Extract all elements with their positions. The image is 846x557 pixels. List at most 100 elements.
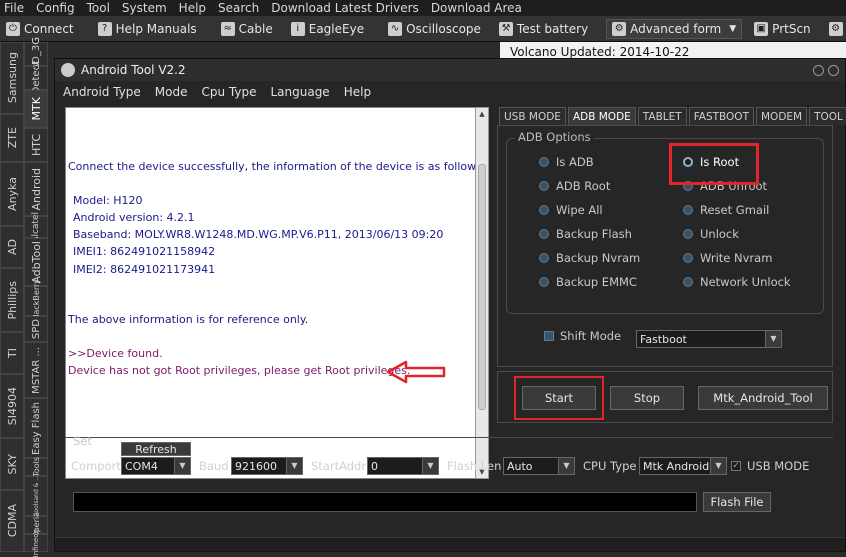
menu-search[interactable]: Search xyxy=(214,1,267,15)
tab-cdma[interactable]: CDMA xyxy=(0,490,24,552)
tab-label: AdbTool xyxy=(29,240,43,284)
tab-mtk[interactable]: MTK xyxy=(24,90,48,128)
android-tool-window: Android Tool V2.2 Android Type Mode Cpu … xyxy=(54,58,846,552)
usb-mode-checkbox[interactable]: ✓ USB MODE xyxy=(731,459,809,473)
tab-label: MTK xyxy=(29,97,43,121)
option-backup-emmc[interactable]: Backup EMMC xyxy=(539,275,637,289)
menu-help[interactable]: Help xyxy=(175,1,214,15)
tab-fastboot[interactable]: FASTBOOT xyxy=(688,107,754,125)
log-output[interactable]: Connect the device successfully, the inf… xyxy=(65,107,487,479)
set-panel: Set Refresh Comport COM4 ▼ Baud 921600 ▼ S… xyxy=(65,434,833,517)
tab-blackberry[interactable]: BlackBerry xyxy=(24,279,48,323)
tab-tool[interactable]: TOOL xyxy=(809,107,846,125)
tab-zte[interactable]: ZTE xyxy=(0,114,24,162)
tab-htc[interactable]: HTC xyxy=(24,128,48,162)
comport-select[interactable]: COM4 ▼ xyxy=(121,457,191,475)
option-label: Unlock xyxy=(700,227,739,241)
shift-mode-value: Fastboot xyxy=(640,332,687,346)
option-write-nvram[interactable]: Write Nvram xyxy=(683,251,772,265)
menu-language[interactable]: Language xyxy=(270,85,329,99)
tab-usb-mode[interactable]: USB MODE xyxy=(499,107,566,125)
mtk-android-tool-button[interactable]: Mtk_Android_Tool xyxy=(698,386,828,410)
menu-system[interactable]: System xyxy=(118,1,175,15)
option-wipe-all[interactable]: Wipe All xyxy=(539,203,603,217)
tab-label: Anyka xyxy=(5,177,19,211)
option-adb-root[interactable]: ADB Root xyxy=(539,179,610,193)
menu-tool[interactable]: Tool xyxy=(83,1,118,15)
tab-alcatel[interactable]: Alcatel xyxy=(24,212,48,242)
background-document-text: Volcano Updated: 2014-10-22 xyxy=(510,45,690,59)
tab-android[interactable]: Android xyxy=(24,162,48,216)
tab-infineon[interactable]: Infineon xyxy=(24,529,48,557)
option-reset-gmail[interactable]: Reset Gmail xyxy=(683,203,769,217)
cable-button[interactable]: ≈ Cable xyxy=(215,19,279,39)
prtscn-button[interactable]: ▣ PrtScn xyxy=(748,19,816,39)
tab-ad[interactable]: AD xyxy=(0,226,24,268)
tab-mstar[interactable]: MSTAR ... xyxy=(24,342,48,398)
tab-phillips[interactable]: Phillips xyxy=(0,268,24,332)
shift-mode-checkbox[interactable]: Shift Mode xyxy=(544,329,621,343)
tab-samsung[interactable]: Samsung xyxy=(0,42,24,114)
tab-tools[interactable]: Tools xyxy=(24,457,48,477)
menu-help[interactable]: Help xyxy=(344,85,371,99)
option-network-unlock[interactable]: Network Unlock xyxy=(683,275,791,289)
cputype-select[interactable]: Mtk Android ▼ xyxy=(639,457,727,475)
tab-sky[interactable]: SKY xyxy=(0,438,24,490)
red-arrow-annotation xyxy=(386,360,446,384)
tab-coolsand[interactable]: Coolsand & ... xyxy=(24,475,48,517)
option-backup-nvram[interactable]: Backup Nvram xyxy=(539,251,640,265)
shift-mode-label: Shift Mode xyxy=(560,329,622,343)
radio-icon xyxy=(683,253,693,263)
log-scrollbar[interactable]: ▲ ▼ xyxy=(475,107,489,479)
advanced-form-button[interactable]: ⚙ Advanced form ▼ xyxy=(606,18,743,39)
wrench-icon: ⚒ xyxy=(498,21,513,36)
advanced-form-label: Advanced form xyxy=(630,21,722,36)
option-unlock[interactable]: Unlock xyxy=(683,227,739,241)
menu-download-area[interactable]: Download Area xyxy=(427,1,530,15)
tab-spd[interactable]: SPD xyxy=(24,316,48,342)
connect-button[interactable]: ⏻ Connect xyxy=(0,19,80,39)
oscilloscope-button[interactable]: ∿ Oscilloscope xyxy=(382,19,487,39)
test-battery-button[interactable]: ⚒ Test battery xyxy=(493,19,594,39)
tab-modem[interactable]: MODEM xyxy=(756,107,808,125)
screenshot-icon: ▣ xyxy=(754,21,769,36)
startaddr-select[interactable]: 0 ▼ xyxy=(367,457,439,475)
tab-label: Samsung xyxy=(5,52,19,104)
chevron-down-icon: ▼ xyxy=(558,458,574,474)
tab-adb-mode[interactable]: ADB MODE xyxy=(567,107,636,125)
tab-anyka[interactable]: Anyka xyxy=(0,162,24,226)
refresh-button[interactable]: Refresh xyxy=(121,442,191,456)
option-label: Backup Nvram xyxy=(556,251,641,265)
scroll-up-icon[interactable]: ▲ xyxy=(478,110,486,118)
menu-mode[interactable]: Mode xyxy=(155,85,188,99)
stop-button[interactable]: Stop xyxy=(610,386,684,410)
close-button[interactable] xyxy=(828,65,839,76)
log-line: Baseband: MOLY.WR8.W1248.MD.WG.MP.V6.P11… xyxy=(73,228,444,241)
option-backup-flash[interactable]: Backup Flash xyxy=(539,227,632,241)
menu-cpu-type[interactable]: Cpu Type xyxy=(201,85,256,99)
flashlen-select[interactable]: Auto ▼ xyxy=(503,457,575,475)
settings-button[interactable]: ⚙ xyxy=(823,19,846,39)
tab-easy-flash[interactable]: Easy Flash xyxy=(24,398,48,458)
help-manuals-label: Help Manuals xyxy=(115,21,197,36)
option-is-adb[interactable]: Is ADB xyxy=(539,155,594,169)
tab-ti[interactable]: TI xyxy=(0,332,24,374)
shift-mode-select[interactable]: Fastboot ▼ xyxy=(636,330,782,348)
tab-tablet[interactable]: TABLET xyxy=(637,107,687,125)
scroll-thumb[interactable] xyxy=(478,164,486,410)
menu-config[interactable]: Config xyxy=(32,1,83,15)
minimize-button[interactable] xyxy=(813,65,824,76)
help-manuals-button[interactable]: ? Help Manuals xyxy=(92,19,203,39)
menu-download-latest-drivers[interactable]: Download Latest Drivers xyxy=(267,1,427,15)
radio-icon xyxy=(683,229,693,239)
flash-file-button[interactable]: Flash File xyxy=(703,492,771,512)
adb-options-group: ADB Options Is ADB ADB Root Wipe All Bac… xyxy=(506,130,824,314)
eagleeye-button[interactable]: i EagleEye xyxy=(285,19,370,39)
tab-detect[interactable]: Detect xyxy=(24,61,48,95)
menu-file[interactable]: File xyxy=(0,1,32,15)
baud-select[interactable]: 921600 ▼ xyxy=(231,457,303,475)
baud-value: 921600 xyxy=(235,459,277,473)
plug-icon: ⏻ xyxy=(6,21,20,36)
menu-android-type[interactable]: Android Type xyxy=(63,85,141,99)
tab-si4904[interactable]: SI4904 xyxy=(0,374,24,438)
